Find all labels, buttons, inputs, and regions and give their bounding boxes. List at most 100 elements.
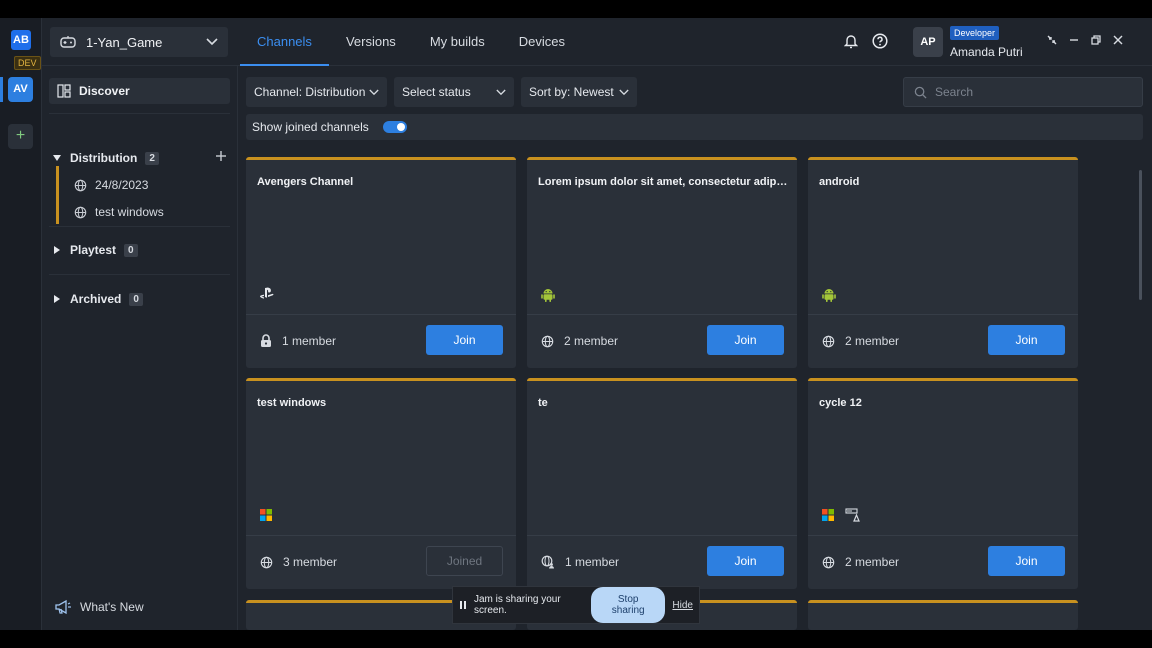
platform-list — [540, 287, 556, 303]
screen-share-bar: Jam is sharing your screen. Stop sharing… — [452, 586, 700, 624]
sidebar-item-test-windows[interactable]: test windows — [74, 205, 164, 219]
card-title: te — [538, 397, 548, 409]
member-info: 2 member — [541, 334, 618, 348]
whats-new-button[interactable]: What's New — [54, 599, 144, 615]
caret-down-icon — [52, 154, 62, 162]
chevron-down-icon — [369, 89, 379, 96]
group-archived[interactable]: Archived 0 — [52, 292, 143, 306]
globe-icon — [822, 335, 835, 348]
globe-icon — [541, 335, 554, 348]
channel-card-cycle-12[interactable]: cycle 12 2 member Join — [808, 378, 1078, 589]
game-selector[interactable]: 1-Yan_Game — [50, 27, 228, 57]
joined-button: Joined — [426, 546, 503, 576]
globe-icon — [260, 556, 273, 569]
divider — [49, 274, 230, 275]
top-bar: 1-Yan_Game Channels Versions My builds D… — [42, 18, 1152, 66]
card-title: test windows — [257, 397, 327, 409]
tab-versions[interactable]: Versions — [329, 18, 413, 66]
channel-card-partial[interactable] — [808, 600, 1078, 630]
discover-button[interactable]: Discover — [49, 78, 230, 104]
group-label: Archived — [70, 292, 122, 306]
card-title: cycle 12 — [819, 397, 862, 409]
card-footer: 3 member Joined — [246, 535, 516, 589]
caret-right-icon — [52, 245, 62, 255]
main-tabs: Channels Versions My builds Devices — [240, 18, 582, 66]
add-workspace-button[interactable]: + — [8, 124, 33, 149]
add-channel-icon[interactable] — [215, 150, 227, 162]
share-message: Jam is sharing your screen. — [474, 594, 561, 616]
stop-sharing-button[interactable]: Stop sharing — [590, 587, 666, 623]
group-playtest[interactable]: Playtest 0 — [52, 243, 138, 257]
whats-new-label: What's New — [80, 600, 144, 614]
member-info: 1 member — [260, 334, 336, 348]
join-button[interactable]: Join — [707, 546, 784, 576]
windows-icon — [259, 508, 273, 522]
member-info: 2 member — [822, 555, 899, 569]
sort-select[interactable]: Sort by: Newest — [521, 77, 637, 107]
bell-icon[interactable] — [844, 33, 858, 49]
member-count: 2 member — [845, 334, 900, 348]
scrollbar-thumb[interactable] — [1139, 170, 1142, 300]
app-logo: AB — [11, 30, 31, 50]
tab-devices[interactable]: Devices — [502, 18, 582, 66]
card-footer: 2 member Join — [527, 314, 797, 368]
channel-filter-value: Channel: Distribution — [254, 85, 366, 99]
tab-my-builds[interactable]: My builds — [413, 18, 502, 66]
member-info: 3 member — [260, 555, 337, 569]
platform-list — [821, 287, 837, 303]
help-icon[interactable] — [872, 33, 888, 49]
restore-icon[interactable] — [1090, 34, 1102, 46]
channel-filter-select[interactable]: Channel: Distribution — [246, 77, 387, 107]
card-title: Lorem ipsum dolor sit amet, consectetur … — [538, 176, 788, 188]
minimize-icon[interactable] — [1068, 34, 1080, 46]
globe-icon — [74, 206, 87, 219]
join-button[interactable]: Join — [707, 325, 784, 355]
globe-person-icon — [541, 555, 555, 569]
hide-link[interactable]: Hide — [672, 600, 693, 611]
card-footer: 2 member Join — [808, 314, 1078, 368]
status-filter-select[interactable]: Select status — [394, 77, 514, 107]
close-icon[interactable] — [1112, 34, 1124, 46]
android-icon — [821, 287, 837, 303]
channel-card-avengers[interactable]: Avengers Channel 1 member Join — [246, 157, 516, 368]
group-accent — [56, 166, 59, 224]
windows-icon — [821, 508, 835, 522]
member-count: 1 member — [565, 555, 620, 569]
android-icon — [540, 287, 556, 303]
sidebar-item-label: test windows — [95, 205, 164, 219]
group-count: 2 — [145, 151, 159, 165]
member-info: 1 member — [541, 555, 619, 569]
globe-icon — [74, 179, 87, 192]
search-input[interactable] — [935, 85, 1125, 99]
show-joined-toggle[interactable] — [382, 121, 407, 133]
user-avatar[interactable]: AP — [913, 27, 943, 57]
sidebar-item-24-8-2023[interactable]: 24/8/2023 — [74, 178, 148, 192]
collapse-icon[interactable] — [1046, 34, 1058, 46]
member-count: 2 member — [564, 334, 619, 348]
member-count: 1 member — [282, 334, 337, 348]
env-tag: DEV — [14, 56, 41, 70]
globe-icon — [822, 556, 835, 569]
tab-channels[interactable]: Channels — [240, 18, 329, 66]
show-joined-row: Show joined channels — [246, 114, 1143, 140]
active-indicator — [0, 77, 3, 102]
channel-card-lorem-ipsum[interactable]: Lorem ipsum dolor sit amet, consectetur … — [527, 157, 797, 368]
platform-list — [259, 287, 275, 299]
join-button[interactable]: Join — [426, 325, 503, 355]
card-footer: 2 member Join — [808, 535, 1078, 589]
channel-card-te[interactable]: te 1 member Join — [527, 378, 797, 589]
join-button[interactable]: Join — [988, 325, 1065, 355]
lock-icon — [260, 334, 272, 348]
channel-card-test-windows[interactable]: test windows 3 member Joined — [246, 378, 516, 589]
gamepad-icon — [60, 35, 76, 49]
playstation-icon — [259, 287, 275, 299]
group-distribution[interactable]: Distribution 2 — [52, 151, 159, 165]
divider — [49, 113, 230, 114]
channel-sidebar: Discover Distribution 2 24/8/2023 test w… — [42, 66, 238, 630]
member-count: 2 member — [845, 555, 900, 569]
channel-card-android[interactable]: android 2 member Join — [808, 157, 1078, 368]
join-button[interactable]: Join — [988, 546, 1065, 576]
card-footer: 1 member Join — [246, 314, 516, 368]
pause-icon[interactable] — [459, 600, 467, 610]
workspace-avatar[interactable]: AV — [8, 77, 33, 102]
